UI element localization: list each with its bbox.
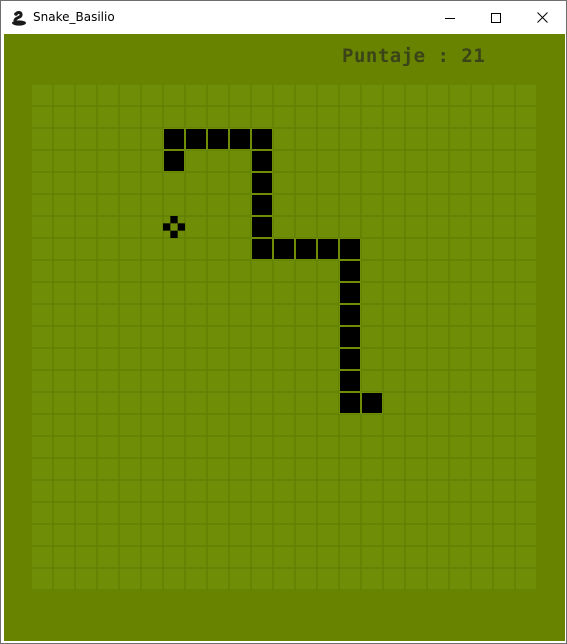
snake-segment bbox=[295, 238, 317, 260]
food-pixel bbox=[163, 223, 171, 231]
snake-segment bbox=[251, 150, 273, 172]
snake-segment bbox=[251, 238, 273, 260]
snake-segment bbox=[339, 370, 361, 392]
food-pixel bbox=[170, 230, 178, 238]
app-window: Snake_Basilio Puntaje : 21 bbox=[0, 0, 567, 644]
window-title: Snake_Basilio bbox=[33, 10, 115, 24]
snake-segment bbox=[339, 326, 361, 348]
snake-segment bbox=[339, 260, 361, 282]
maximize-icon bbox=[491, 12, 501, 23]
snake-segment bbox=[339, 282, 361, 304]
board-canvas bbox=[31, 84, 537, 590]
maximize-button[interactable] bbox=[473, 1, 519, 34]
snake-segment bbox=[251, 216, 273, 238]
snake-segment bbox=[163, 150, 185, 172]
snake-segment bbox=[251, 194, 273, 216]
snake-segment bbox=[163, 128, 185, 150]
snake-segment bbox=[207, 128, 229, 150]
close-button[interactable] bbox=[519, 1, 565, 34]
food-item bbox=[163, 216, 185, 238]
snake-app-icon bbox=[12, 11, 26, 26]
title-bar[interactable]: Snake_Basilio bbox=[1, 1, 566, 34]
snake-segment bbox=[251, 172, 273, 194]
snake-segment bbox=[339, 304, 361, 326]
minimize-button[interactable] bbox=[427, 1, 473, 34]
snake-segment bbox=[185, 128, 207, 150]
food-pixel bbox=[170, 216, 178, 224]
minimize-icon bbox=[445, 17, 455, 19]
grid-lines bbox=[31, 84, 537, 590]
snake-head bbox=[361, 392, 383, 414]
close-icon bbox=[536, 12, 548, 23]
game-board bbox=[31, 84, 537, 590]
snake-segment bbox=[229, 128, 251, 150]
snake-segment bbox=[339, 348, 361, 370]
snake-segment bbox=[317, 238, 339, 260]
food-pixel bbox=[177, 223, 185, 231]
snake-segment bbox=[273, 238, 295, 260]
snake-segment bbox=[339, 238, 361, 260]
score-label: Puntaje : 21 bbox=[342, 45, 486, 67]
game-area: Puntaje : 21 bbox=[4, 34, 565, 641]
snake-segment bbox=[339, 392, 361, 414]
snake-segment bbox=[251, 128, 273, 150]
